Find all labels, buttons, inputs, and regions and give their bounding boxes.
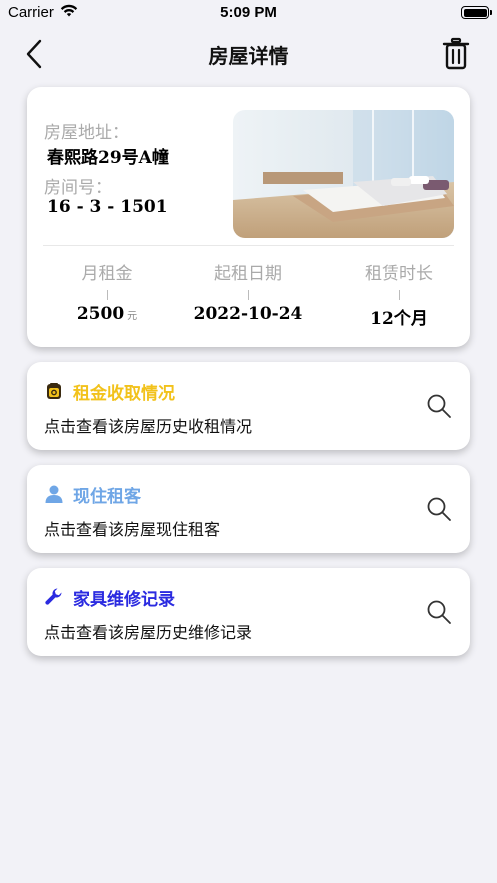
lease-duration-stat: 租赁时长 12个月 [329, 259, 469, 329]
monthly-rent-stat: 月租金 2500 元 [37, 259, 177, 324]
wrench-icon [45, 588, 62, 605]
lease-duration-label: 租赁时长 [365, 264, 433, 284]
room-label: 房间号： [44, 178, 112, 198]
house-detail-card: 房屋地址： 春熙路29号A幢 房间号： 16 - 3 - 1501 月租金 25… [27, 87, 470, 347]
divider [43, 245, 454, 246]
battery-icon [461, 6, 492, 19]
monthly-rent-value: 2500 [76, 304, 125, 324]
status-bar: Carrier 5:09 PM [0, 0, 497, 26]
tick [398, 290, 400, 300]
rent-collection-card[interactable]: 租金收取情况 点击查看该房屋历史收租情况 [27, 362, 470, 450]
rent-collection-title: 租金收取情况 [73, 383, 175, 404]
start-date-value: 2022-10-24 [193, 304, 303, 324]
monthly-rent-label: 月租金 [81, 264, 133, 284]
current-tenant-title: 现住租客 [73, 486, 141, 507]
furniture-repair-desc: 点击查看该房屋历史维修记录 [44, 623, 253, 642]
page-title: 房屋详情 [208, 44, 289, 68]
current-tenant-card[interactable]: 现住租客 点击查看该房屋现住租客 [27, 465, 470, 553]
person-icon [45, 485, 63, 503]
card-header: 现住租客 [44, 482, 141, 507]
search-icon[interactable] [426, 393, 452, 419]
rent-collection-desc: 点击查看该房屋历史收租情况 [44, 417, 253, 436]
start-date-label: 起租日期 [214, 264, 282, 284]
search-icon[interactable] [426, 599, 452, 625]
house-photo [233, 110, 454, 238]
furniture-repair-title: 家具维修记录 [73, 589, 175, 610]
tick [247, 290, 249, 300]
furniture-repair-card[interactable]: 家具维修记录 点击查看该房屋历史维修记录 [27, 568, 470, 656]
search-icon[interactable] [426, 496, 452, 522]
start-date-stat: 起租日期 2022-10-24 [178, 259, 318, 324]
card-header: 租金收取情况 [44, 379, 175, 404]
address-value: 春熙路29号A幢 [47, 148, 169, 168]
room-value: 16 - 3 - 1501 [47, 197, 168, 217]
tick [106, 290, 108, 300]
trash-icon[interactable] [441, 37, 471, 71]
clock: 5:09 PM [220, 4, 277, 21]
address-label: 房屋地址： [44, 123, 129, 143]
money-bag-icon [47, 383, 61, 399]
rent-unit: 元 [127, 311, 138, 322]
current-tenant-desc: 点击查看该房屋现住租客 [44, 520, 221, 539]
lease-duration-value: 12个月 [370, 309, 428, 329]
card-header: 家具维修记录 [44, 585, 175, 610]
navigation-bar: 房屋详情 [0, 32, 497, 76]
